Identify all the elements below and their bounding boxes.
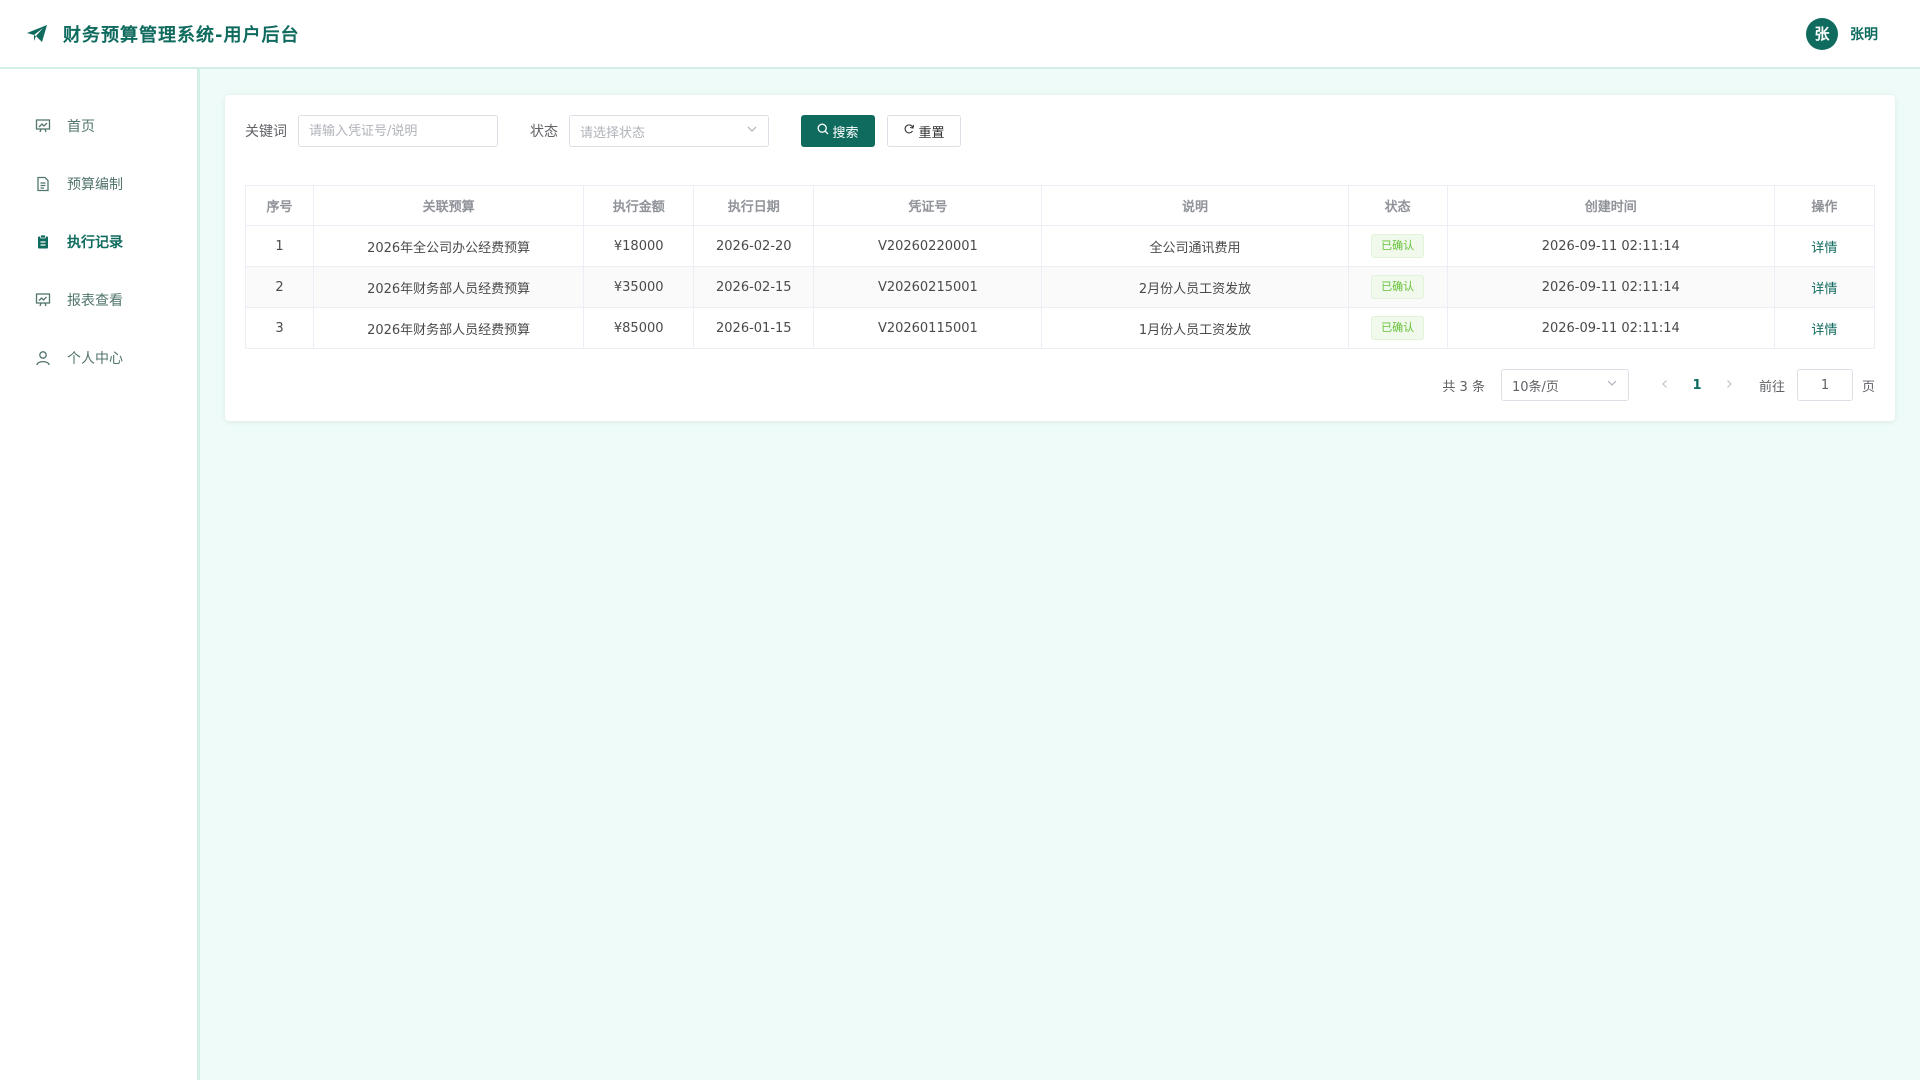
next-page-button[interactable] — [1713, 378, 1745, 393]
goto-page-input[interactable] — [1796, 369, 1853, 401]
app-title: 财务预算管理系统-用户后台 — [63, 24, 300, 46]
column-header: 操作 — [1773, 185, 1876, 226]
cell-voucher: V20260215001 — [813, 266, 1043, 308]
status-label: 状态 — [530, 124, 558, 140]
document-icon — [34, 175, 52, 193]
detail-link[interactable]: 详情 — [1811, 241, 1837, 256]
pagination: 共 3 条 10条/页 1 前往 页 — [1442, 369, 1875, 401]
detail-link[interactable]: 详情 — [1811, 323, 1837, 338]
cell-index: 2 — [244, 266, 315, 308]
sidebar-item-profile[interactable]: 个人中心 — [0, 329, 197, 387]
column-header: 创建时间 — [1446, 185, 1775, 226]
sidebar: 首页 预算编制 执行记录 报表查看 个人中心 — [0, 69, 200, 1080]
user-name[interactable]: 张明 — [1850, 24, 1878, 44]
column-header: 说明 — [1041, 185, 1349, 226]
cell-created: 2026-09-11 02:11:14 — [1446, 307, 1775, 349]
cell-action: 详情 — [1773, 307, 1876, 349]
cell-status: 已确认 — [1347, 307, 1448, 349]
column-header: 执行金额 — [583, 185, 695, 226]
cell-voucher: V20260220001 — [813, 225, 1043, 267]
user-icon — [34, 349, 52, 367]
presentation-icon — [34, 117, 52, 135]
status-badge: 已确认 — [1371, 275, 1425, 299]
cell-action: 详情 — [1773, 225, 1876, 267]
chevron-left-icon — [1662, 379, 1667, 388]
column-header: 状态 — [1347, 185, 1448, 226]
clipboard-icon — [34, 233, 52, 251]
sidebar-item-home[interactable]: 首页 — [0, 97, 197, 155]
column-header: 序号 — [244, 185, 315, 226]
status-select-placeholder: 请选择状态 — [580, 125, 646, 141]
page-size-value: 10条/页 — [1511, 379, 1559, 395]
search-button-label: 搜索 — [832, 125, 859, 141]
cell-budget: 2026年财务部人员经费预算 — [313, 266, 585, 308]
status-badge: 已确认 — [1371, 316, 1425, 340]
detail-link[interactable]: 详情 — [1811, 282, 1837, 297]
table-row: 1 2026年全公司办公经费预算 ¥18000 2026-02-20 V2026… — [244, 225, 1876, 267]
column-header: 关联预算 — [313, 185, 585, 226]
cell-description: 全公司通讯费用 — [1041, 225, 1349, 267]
goto-label: 前往 — [1758, 379, 1785, 395]
avatar[interactable]: 张 — [1806, 17, 1838, 50]
chevron-down-icon — [746, 123, 758, 139]
status-select[interactable]: 请选择状态 — [569, 115, 769, 147]
search-icon — [817, 123, 829, 139]
user-menu[interactable]: 张 张明 — [1806, 17, 1878, 50]
pagination-total: 共 3 条 — [1442, 379, 1485, 395]
cell-budget: 2026年财务部人员经费预算 — [313, 307, 585, 349]
cell-voucher: V20260115001 — [813, 307, 1043, 349]
column-header: 凭证号 — [813, 185, 1043, 226]
page-number-current[interactable]: 1 — [1681, 378, 1713, 393]
sidebar-item-label: 个人中心 — [67, 351, 123, 367]
prev-page-button[interactable] — [1649, 378, 1681, 393]
cell-date: 2026-01-15 — [693, 307, 815, 349]
cell-status: 已确认 — [1347, 266, 1448, 308]
sidebar-item-label: 预算编制 — [67, 177, 123, 193]
cell-description: 2月份人员工资发放 — [1041, 266, 1349, 308]
refresh-icon — [903, 123, 915, 139]
reset-button[interactable]: 重置 — [887, 115, 961, 147]
cell-created: 2026-09-11 02:11:14 — [1446, 225, 1775, 267]
reset-button-label: 重置 — [918, 125, 945, 141]
records-card: 关键词 状态 请选择状态 搜索 重置 序号 — [225, 95, 1895, 421]
table-header-row: 序号 关联预算 执行金额 执行日期 凭证号 说明 状态 创建时间 操作 — [244, 185, 1876, 226]
cell-date: 2026-02-20 — [693, 225, 815, 267]
cell-amount: ¥35000 — [583, 266, 695, 308]
records-table: 序号 关联预算 执行金额 执行日期 凭证号 说明 状态 创建时间 操作 1 20… — [244, 185, 1876, 349]
goto-suffix: 页 — [1861, 379, 1875, 395]
search-button[interactable]: 搜索 — [801, 115, 875, 147]
cell-amount: ¥85000 — [583, 307, 695, 349]
paper-plane-icon — [25, 22, 49, 46]
cell-status: 已确认 — [1347, 225, 1448, 267]
cell-action: 详情 — [1773, 266, 1876, 308]
sidebar-item-label: 首页 — [67, 119, 95, 135]
cell-amount: ¥18000 — [583, 225, 695, 267]
column-header: 执行日期 — [693, 185, 815, 226]
chevron-right-icon — [1727, 379, 1732, 388]
sidebar-item-label: 报表查看 — [67, 293, 123, 309]
cell-budget: 2026年全公司办公经费预算 — [313, 225, 585, 267]
cell-created: 2026-09-11 02:11:14 — [1446, 266, 1775, 308]
keyword-input[interactable] — [298, 115, 498, 147]
page-size-select[interactable]: 10条/页 — [1500, 369, 1629, 401]
table-row: 2 2026年财务部人员经费预算 ¥35000 2026-02-15 V2026… — [244, 266, 1876, 308]
cell-description: 1月份人员工资发放 — [1041, 307, 1349, 349]
filter-bar: 关键词 状态 请选择状态 搜索 重置 — [245, 115, 1875, 147]
brand[interactable]: 财务预算管理系统-用户后台 — [25, 21, 299, 47]
table-row: 3 2026年财务部人员经费预算 ¥85000 2026-01-15 V2026… — [244, 307, 1876, 349]
cell-index: 1 — [244, 225, 315, 267]
sidebar-item-records[interactable]: 执行记录 — [0, 213, 197, 271]
chevron-down-icon — [1606, 377, 1618, 393]
sidebar-item-label: 执行记录 — [67, 235, 123, 251]
cell-index: 3 — [244, 307, 315, 349]
sidebar-item-reports[interactable]: 报表查看 — [0, 271, 197, 329]
sidebar-item-budget[interactable]: 预算编制 — [0, 155, 197, 213]
cell-date: 2026-02-15 — [693, 266, 815, 308]
top-header: 财务预算管理系统-用户后台 张 张明 — [0, 0, 1920, 69]
chart-board-icon — [34, 291, 52, 309]
keyword-label: 关键词 — [245, 124, 287, 140]
status-badge: 已确认 — [1371, 234, 1425, 258]
